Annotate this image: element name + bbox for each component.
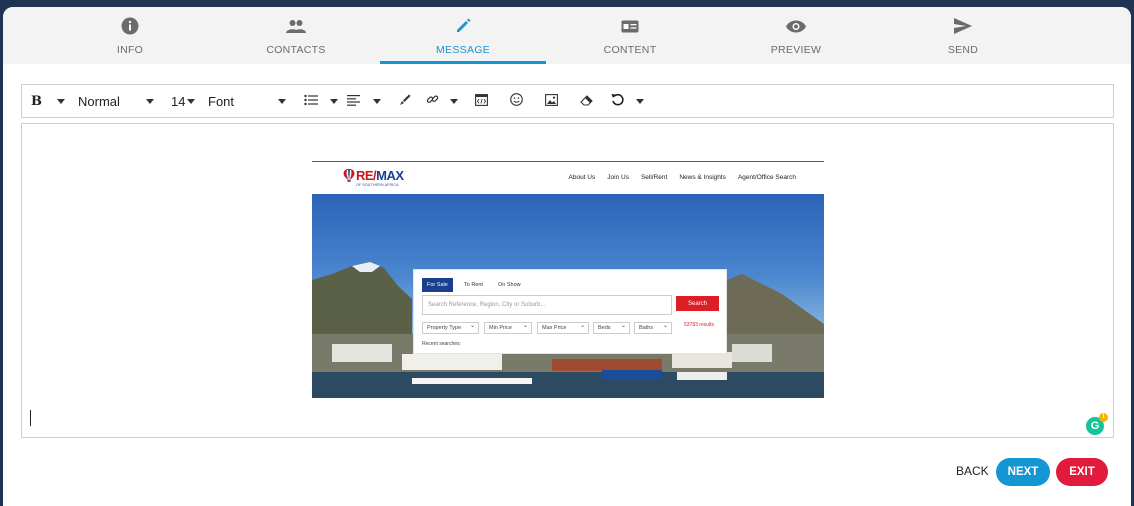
embedded-website-image[interactable]: RE/MAX OF SOUTHERN AFRICA About Us Join … [312, 161, 824, 398]
insert-image-button[interactable] [545, 85, 558, 117]
step-message[interactable]: MESSAGE [380, 7, 546, 64]
code-view-icon [475, 93, 488, 109]
align-button[interactable] [347, 85, 381, 117]
site-nav: About Us Join Us Sell/Rent News & Insigh… [569, 174, 796, 181]
balloon-logo-icon [343, 169, 355, 182]
undo-button[interactable] [611, 85, 644, 117]
paragraph-style-value: Normal [78, 93, 120, 109]
step-send-label: SEND [947, 44, 979, 56]
exit-button[interactable]: EXIT [1056, 458, 1108, 486]
chevron-down-icon [187, 98, 196, 104]
campaign-panel: INFO CONTACTS MESSAGE CONTENT PREVIEW SE… [3, 7, 1131, 506]
filter-max-price: Max Price [537, 322, 589, 334]
results-count: 53783 results [684, 322, 715, 328]
chevron-down-icon [373, 98, 381, 104]
chevron-down-icon [450, 98, 458, 104]
recent-searches: Recent searches: [422, 341, 461, 347]
step-nav: INFO CONTACTS MESSAGE CONTENT PREVIEW SE… [3, 7, 1131, 64]
bold-label: B [31, 93, 42, 109]
info-icon [47, 17, 213, 35]
site-nav-item: Join Us [607, 174, 629, 181]
font-size-select[interactable]: 14 [171, 85, 196, 117]
next-button[interactable]: NEXT [996, 458, 1050, 486]
back-button[interactable]: BACK [956, 464, 989, 478]
step-info-label: INFO [116, 44, 144, 56]
emoji-button[interactable] [510, 85, 523, 117]
site-nav-item: About Us [568, 174, 596, 181]
list-button[interactable] [304, 85, 338, 117]
grammarly-alert-badge: ! [1099, 413, 1108, 422]
text-color-button[interactable] [399, 85, 411, 117]
clear-format-button[interactable] [580, 85, 593, 117]
eye-icon [713, 17, 879, 35]
tab-on-show: On Show [498, 282, 521, 288]
site-nav-item: Sell/Rent [640, 174, 668, 181]
top-red-line [312, 161, 824, 162]
property-search-box: For Sale To Rent On Show Search Referenc… [413, 269, 727, 354]
site-search-input: Search Reference, Region, City or Suburb… [422, 295, 672, 315]
bold-button[interactable]: B [31, 85, 65, 117]
chevron-down-icon [57, 98, 65, 104]
message-editor[interactable]: RE/MAX OF SOUTHERN AFRICA About Us Join … [21, 123, 1114, 438]
brush-icon [399, 94, 411, 109]
step-content-label: CONTENT [603, 44, 657, 56]
filter-baths: Baths [634, 322, 672, 334]
site-search-button: Search [676, 296, 719, 311]
send-icon [880, 17, 1046, 35]
step-contacts-label: CONTACTS [266, 44, 326, 56]
font-size-value: 14 [171, 93, 186, 109]
text-cursor [30, 410, 31, 426]
tab-to-rent: To Rent [464, 282, 483, 288]
step-info[interactable]: INFO [47, 7, 213, 64]
step-preview-label: PREVIEW [770, 44, 822, 56]
logo-max: MAX [376, 168, 404, 183]
grammarly-icon[interactable]: G! [1086, 413, 1108, 435]
tab-for-sale: For Sale [422, 278, 453, 292]
remax-logo: RE/MAX OF SOUTHERN AFRICA [342, 168, 404, 187]
pencil-icon [380, 17, 546, 35]
paragraph-style-select[interactable]: Normal [78, 85, 154, 117]
step-message-label: MESSAGE [435, 44, 491, 56]
card-icon [547, 17, 713, 35]
logo-re: RE/ [356, 168, 377, 183]
active-step-indicator [380, 61, 546, 64]
site-nav-item: News & Insights [679, 174, 726, 181]
people-icon [213, 17, 379, 35]
align-left-icon [347, 94, 360, 109]
font-family-select[interactable]: Font [208, 85, 286, 117]
chevron-down-icon [330, 98, 338, 104]
site-nav-item: Agent/Office Search [737, 174, 796, 181]
undo-icon [611, 93, 624, 109]
link-icon [426, 93, 439, 109]
font-family-value: Font [208, 93, 235, 109]
filter-beds: Beds [593, 322, 630, 334]
chevron-down-icon [278, 98, 286, 104]
source-code-button[interactable] [475, 85, 488, 117]
bulleted-list-icon [304, 94, 318, 109]
smiley-icon [510, 93, 523, 109]
step-contacts[interactable]: CONTACTS [213, 7, 379, 64]
image-icon [545, 93, 558, 109]
filter-property-type: Property Type [422, 322, 479, 334]
logo-subtitle: OF SOUTHERN AFRICA [356, 183, 399, 187]
step-send[interactable]: SEND [880, 7, 1046, 64]
eraser-icon [580, 94, 593, 109]
editor-toolbar: B Normal 14 Font [21, 84, 1114, 118]
filter-min-price: Min Price [484, 322, 532, 334]
chevron-down-icon [146, 98, 154, 104]
chevron-down-icon [636, 98, 644, 104]
step-content[interactable]: CONTENT [547, 7, 713, 64]
step-preview[interactable]: PREVIEW [713, 7, 879, 64]
link-button[interactable] [426, 85, 458, 117]
hero-photo: For Sale To Rent On Show Search Referenc… [312, 194, 824, 398]
